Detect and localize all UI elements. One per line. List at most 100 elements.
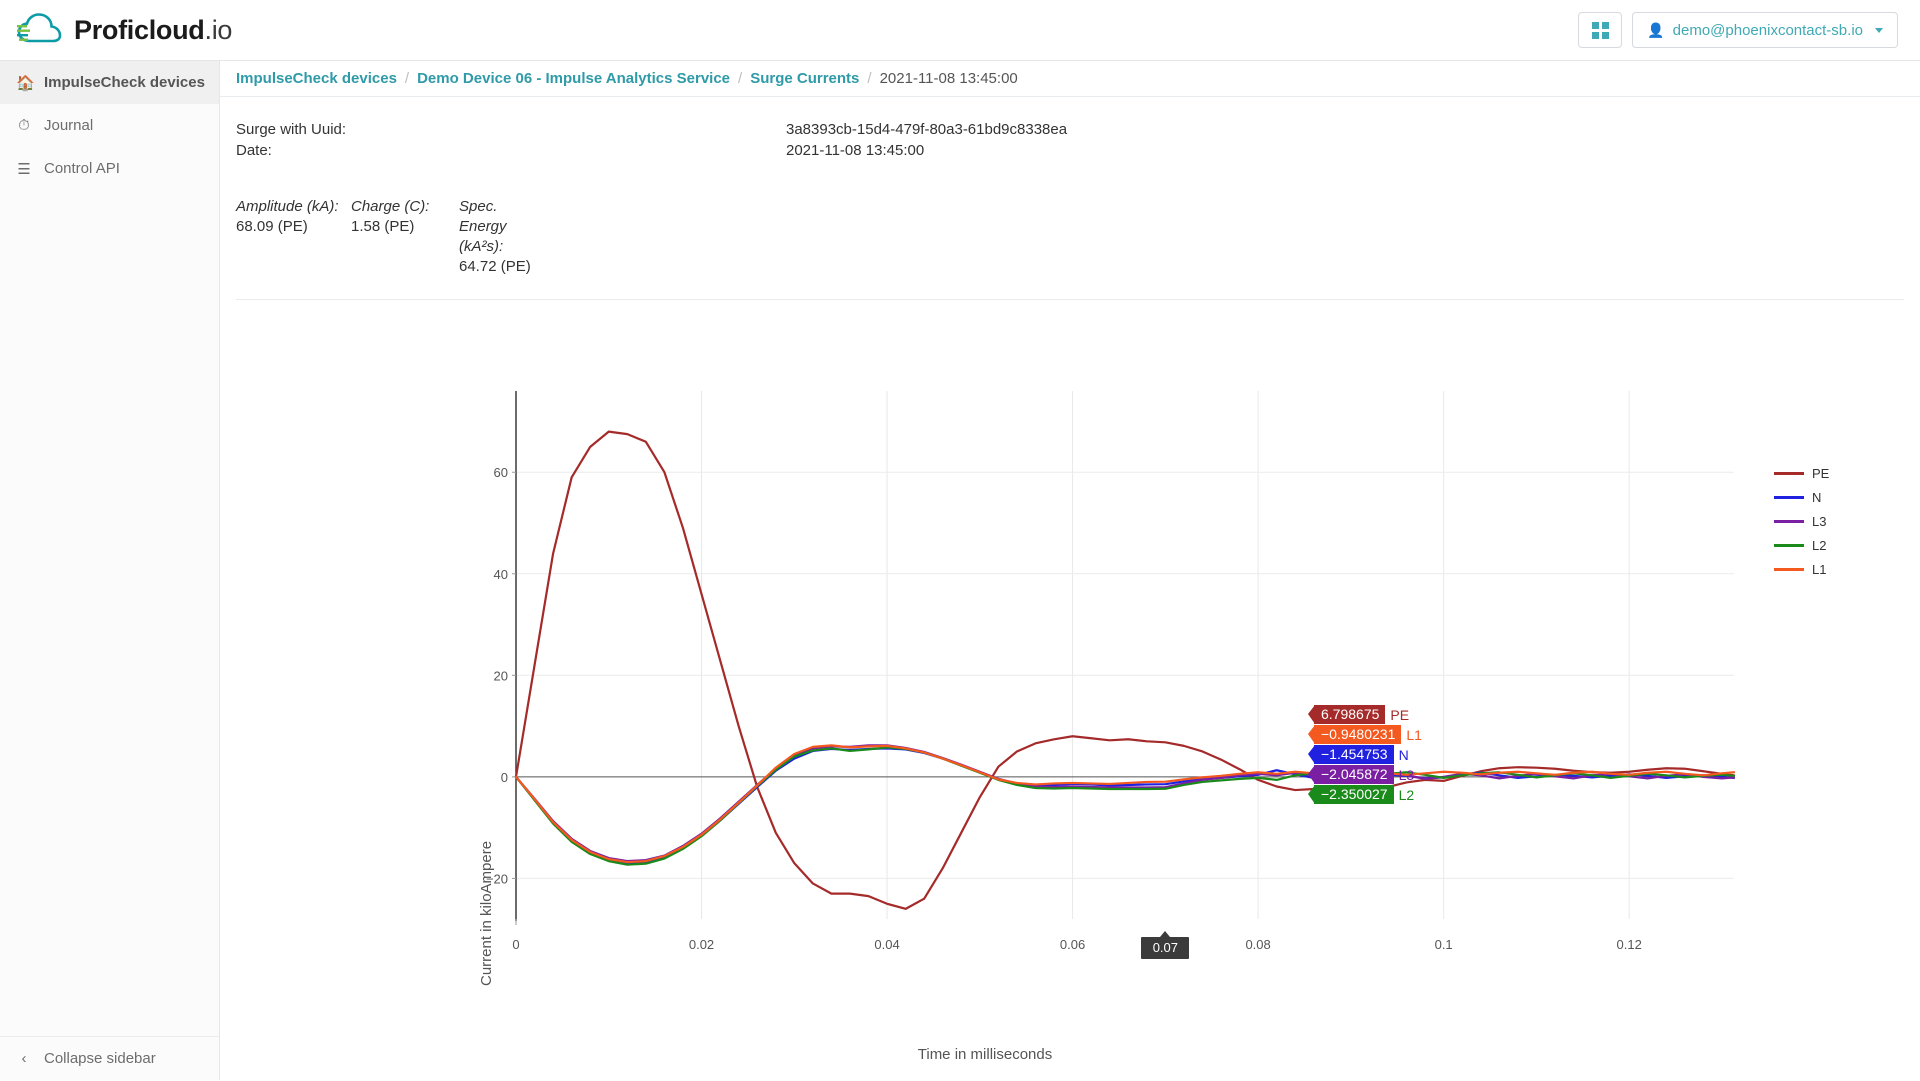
chevron-down-icon [1875,27,1883,33]
tooltip-flag-l2: −2.350027 L2 [1308,785,1415,804]
uuid-label: Surge with Uuid: [236,121,347,138]
cloud-icon [16,13,62,47]
metric-value: 64.72 (PE) [459,258,531,275]
main-content: ImpulseCheck devices / Demo Device 06 - … [220,61,1920,1080]
sidebar-item-impulsecheck-devices[interactable]: 🏠 ImpulseCheck devices [0,61,219,104]
legend-label: L2 [1812,538,1827,553]
tooltip-notch-icon [1308,785,1315,804]
tooltip-notch-icon [1308,745,1315,764]
x-tick-label: 0.04 [874,937,899,952]
date-value: 2021-11-08 13:45:00 [786,142,925,159]
home-icon: 🏠 [16,74,35,92]
tooltip-flag-l3: −2.045872 L3 [1308,765,1415,784]
metric-label: Amplitude (kA): [236,198,339,215]
tooltip-series-name: L1 [1406,726,1422,743]
metric-label: Charge (C): [351,198,430,215]
chevron-left-icon: ‹ [21,1050,27,1067]
x-axis-cursor-marker[interactable]: 0.07 [1141,931,1190,959]
breadcrumb-separator: / [738,70,743,87]
sidebar: 🏠 ImpulseCheck devices ⏱ Journal ☰ Contr… [0,61,220,1080]
brand-suffix: .io [204,14,233,45]
x-tick-label: 0.08 [1245,937,1270,952]
tooltip-series-name: L2 [1398,786,1415,803]
metric-spec-energy: Spec. Energy (kA²s): 64.72 (PE) [459,197,599,277]
y-tick-label: 60 [494,465,508,480]
user-menu-button[interactable]: 👤 demo@phoenixcontact-sb.io [1632,12,1898,48]
x-tick-label: 0.12 [1617,937,1642,952]
tooltip-notch-icon [1308,765,1315,784]
legend-swatch [1774,472,1804,475]
collapse-sidebar-button[interactable]: ‹ Collapse sidebar [0,1036,219,1080]
tooltip-flag-l1: −0.9480231 L1 [1308,725,1422,744]
legend-swatch [1774,544,1804,547]
top-header: Proficloud.io 👤 demo@phoenixcontact-sb.i… [0,0,1920,61]
sidebar-item-label: Control API [44,160,120,177]
series-line-l3 [514,744,1736,863]
legend-item-l2[interactable]: L2 [1774,538,1894,553]
collapse-sidebar-label: Collapse sidebar [44,1050,156,1067]
brand-title: Proficloud.io [74,15,232,46]
tooltip-value: −1.454753 [1308,745,1394,764]
legend-swatch [1774,496,1804,499]
uuid-value: 3a8393cb-15d4-479f-80a3-61bd9c8338ea [786,121,1068,138]
y-tick-label: 0 [501,770,508,785]
chart-canvas[interactable]: 6040200−200 0.02 0.04 0.06 0.08 0.1 0.12 [220,391,1920,1041]
breadcrumb-separator: / [404,70,410,87]
tooltip-series-name: L3 [1398,766,1415,783]
x-tick-label: 0.06 [1060,937,1085,952]
legend-item-l3[interactable]: L3 [1774,514,1894,529]
metrics-row: Amplitude (kA): 68.09 (PE) Charge (C): 1… [220,197,1920,277]
x-axis-title: Time in milliseconds [917,1046,1053,1063]
breadcrumb-separator: / [867,70,872,87]
legend-item-pe[interactable]: PE [1774,466,1894,481]
metric-value: 1.58 (PE) [351,218,415,235]
series-line-n [514,747,1736,865]
tooltip-series-name: PE [1390,706,1410,723]
date-label: Date: [236,142,272,159]
y-tick-label: 20 [494,668,508,683]
x-tick-label: 0.1 [1435,937,1453,952]
legend-item-n[interactable]: N [1774,490,1894,505]
chart-legend: PE N L3 L2 L1 [1774,466,1894,577]
tooltip-series-name: N [1398,746,1409,763]
sidebar-item-label: Journal [44,117,94,134]
grid-apps-icon [1591,21,1609,39]
sidebar-item-journal[interactable]: ⏱ Journal [0,104,219,147]
legend-swatch [1774,520,1804,523]
metric-label: Spec. Energy (kA²s): [459,198,507,255]
breadcrumb: ImpulseCheck devices / Demo Device 06 - … [220,61,1920,97]
tooltip-notch-icon [1308,705,1315,724]
detail-row-uuid: Surge with Uuid: 3a8393cb-15d4-479f-80a3… [236,119,1920,140]
tooltip-value: −2.045872 [1308,765,1394,784]
apps-grid-button[interactable] [1578,12,1623,48]
breadcrumb-item-device[interactable]: Demo Device 06 - Impulse Analytics Servi… [417,70,730,87]
metric-amplitude: Amplitude (kA): 68.09 (PE) [236,197,343,277]
legend-label: L1 [1812,562,1827,577]
breadcrumb-item-surge-currents[interactable]: Surge Currents [750,70,859,87]
user-email-label: demo@phoenixcontact-sb.io [1672,21,1863,39]
detail-row-date: Date: 2021-11-08 13:45:00 [236,140,1920,161]
header-actions: 👤 demo@phoenixcontact-sb.io [1578,12,1920,48]
list-icon: ☰ [17,160,31,178]
tooltip-value: −2.350027 [1308,785,1394,804]
legend-item-l1[interactable]: L1 [1774,562,1894,577]
user-icon: 👤 [1647,21,1665,38]
surge-details: Surge with Uuid: 3a8393cb-15d4-479f-80a3… [220,97,1920,161]
legend-label: L3 [1812,514,1827,529]
metric-value: 68.09 (PE) [236,218,308,235]
legend-label: PE [1812,466,1830,481]
brand-name: Proficloud [74,14,205,45]
brand[interactable]: Proficloud.io [0,13,232,47]
sidebar-item-control-api[interactable]: ☰ Control API [0,147,219,190]
x-tick-label: 0.02 [689,937,714,952]
y-axis-title: Current in kiloAmpere [478,840,495,986]
section-divider [236,299,1904,300]
breadcrumb-item-devices[interactable]: ImpulseCheck devices [236,70,397,87]
y-tick-label: 40 [494,567,508,582]
metric-charge: Charge (C): 1.58 (PE) [351,197,451,277]
tooltip-value: 6.798675 [1308,705,1386,724]
surge-current-chart: 60 40 20 0 −20 0 0.02 0.04 0.06 0.08 0.1 0.12 Curre… [220,391,1920,1081]
tooltip-flag-n: −1.454753 N [1308,745,1409,764]
tooltip-flag-pe: 6.798675 PE [1308,705,1410,724]
legend-swatch [1774,568,1804,571]
